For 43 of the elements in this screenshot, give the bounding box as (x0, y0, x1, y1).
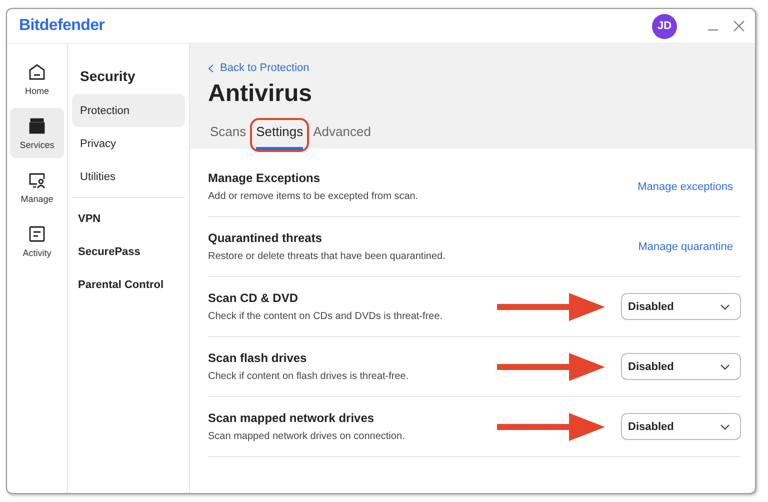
sidebar-item[interactable]: Utilities (72, 160, 185, 193)
nav-item[interactable]: Services (10, 108, 64, 158)
close-button[interactable] (731, 18, 747, 34)
nav-item[interactable]: Manage (10, 162, 64, 212)
setting-dropdown[interactable]: Disabled (621, 413, 741, 440)
setting-dropdown[interactable]: Disabled (621, 353, 741, 380)
sidebar-section[interactable]: Parental Control (72, 268, 185, 301)
sidebar-item[interactable]: Protection (72, 94, 185, 127)
tab[interactable]: Advanced (313, 122, 371, 150)
page-title: Antivirus (208, 80, 314, 108)
setting-title: Scan CD & DVD (208, 291, 300, 305)
close-icon (733, 20, 745, 32)
setting-title: Quarantined threats (208, 231, 324, 245)
setting-title: Scan flash drives (208, 351, 308, 365)
setting-title: Scan mapped network drives (208, 411, 376, 425)
setting-description: Check if the content on CDs and DVDs is threat-free. (208, 311, 444, 322)
user-avatar[interactable]: JD (652, 14, 677, 38)
chevron-down-icon (720, 424, 730, 430)
setting-description: Restore or delete threats that have been quarantined. (208, 251, 446, 262)
tab[interactable]: Scans (210, 122, 246, 150)
sidebar-section[interactable]: SecurePass (72, 235, 185, 268)
box-icon (27, 116, 47, 136)
back-link[interactable]: Back to Protection (208, 62, 737, 74)
brand-logo: Bitdefender (19, 17, 106, 35)
nav-item[interactable]: Activity (10, 216, 64, 266)
chevron-down-icon (720, 304, 730, 310)
chevron-down-icon (720, 364, 730, 370)
sidebar-item[interactable]: Privacy (72, 127, 185, 160)
tab[interactable]: Settings (256, 122, 304, 150)
home-icon (27, 62, 47, 82)
chevron-left-icon (208, 64, 214, 72)
document-icon (27, 224, 47, 244)
setting-description: Check if content on flash drives is threat-free. (208, 371, 410, 382)
setting-link[interactable]: Manage quarantine (638, 240, 733, 252)
setting-description: Add or remove items to be excepted from scan. (208, 191, 420, 202)
nav-item[interactable]: Home (10, 54, 64, 104)
setting-link[interactable]: Manage exceptions (638, 180, 733, 192)
minimize-icon (707, 29, 719, 31)
sidebar-section[interactable]: VPN (72, 202, 185, 235)
setting-dropdown[interactable]: Disabled (621, 293, 741, 320)
setting-description: Scan mapped network drives on connection. (208, 431, 406, 442)
sidebar-heading: Security (79, 67, 136, 86)
setting-title: Manage Exceptions (208, 171, 322, 185)
